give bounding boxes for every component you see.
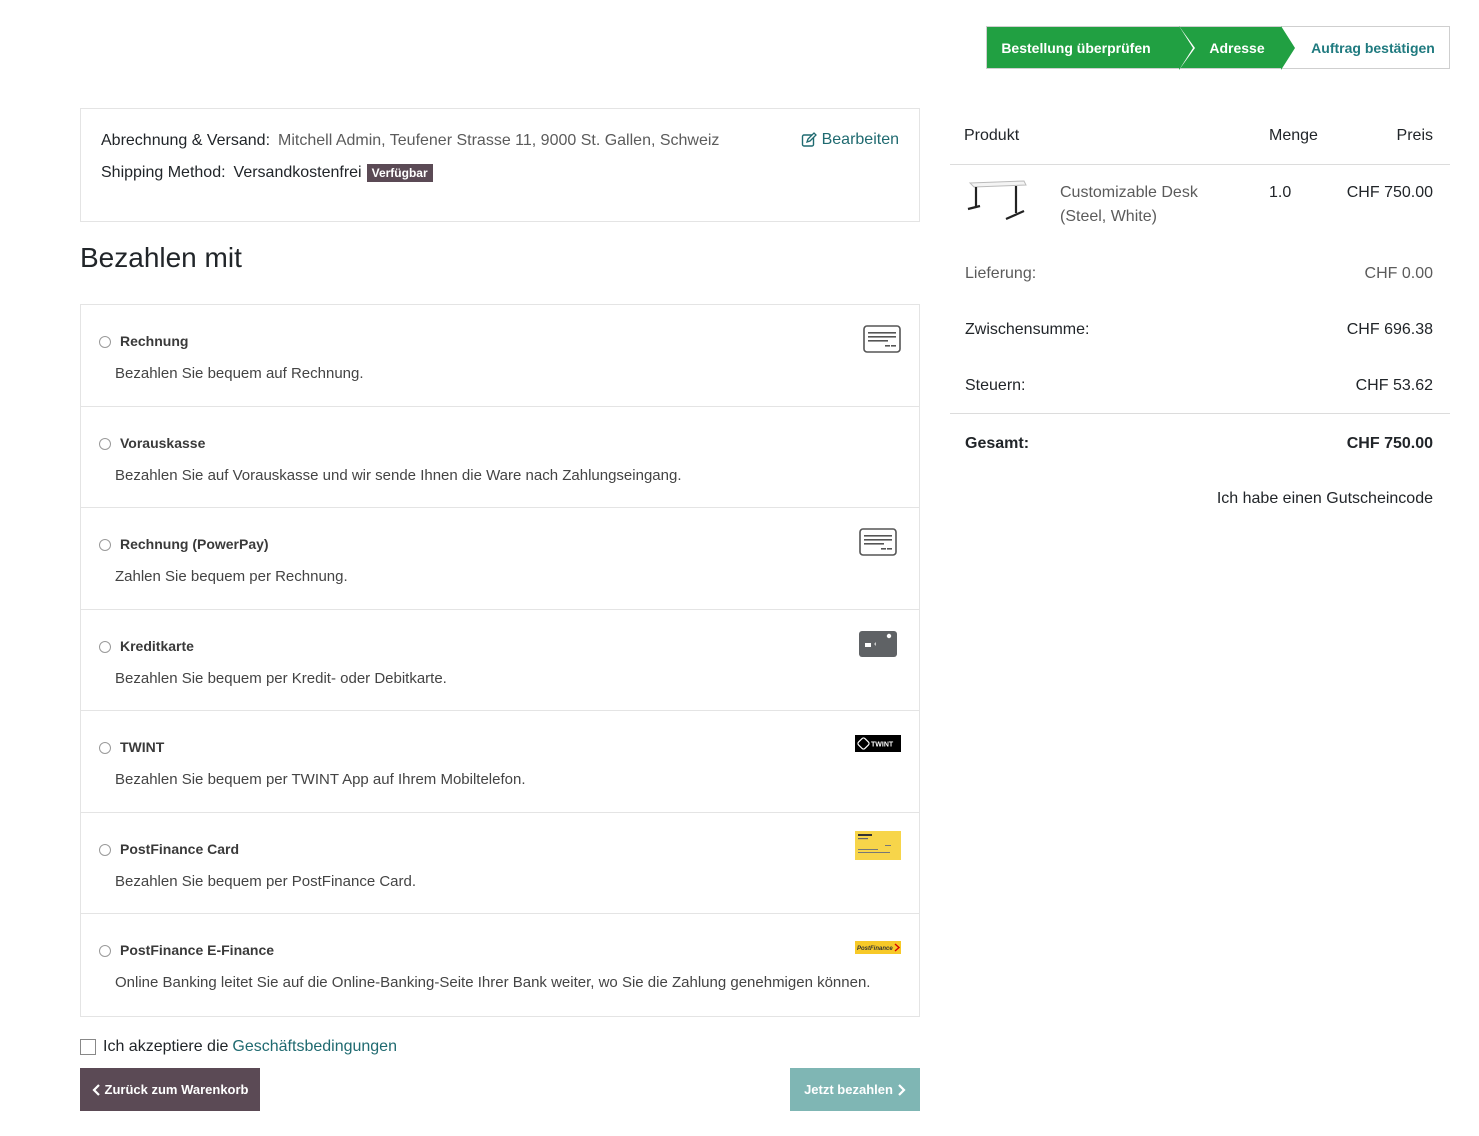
payment-radio[interactable] <box>99 945 111 957</box>
postfinance-logo: PostFinance <box>855 941 901 954</box>
terms-checkbox[interactable] <box>80 1039 96 1055</box>
payment-method-desc: Bezahlen Sie bequem per PostFinance Card… <box>115 872 417 890</box>
payment-method-postfinance-card[interactable]: PostFinance Card Bezahlen Sie bequem per… <box>81 813 919 914</box>
payment-method-kreditkarte[interactable]: Kreditkarte Bezahlen Sie bequem per Kred… <box>81 610 919 711</box>
address-summary: Abrechnung & Versand: Mitchell Admin, Te… <box>80 108 920 222</box>
payment-radio[interactable] <box>99 336 111 348</box>
chevron-right-icon <box>898 1083 906 1096</box>
payment-radio[interactable] <box>99 742 111 754</box>
terms-link[interactable]: Geschäftsbedingungen <box>232 1038 397 1056</box>
product-image <box>967 180 1027 221</box>
shipping-value: Versandkostenfrei <box>233 164 362 181</box>
payment-method-vorauskasse[interactable]: Vorauskasse Bezahlen Sie auf Vorauskasse… <box>81 407 919 508</box>
subtotal-value: CHF 696.38 <box>1346 321 1433 338</box>
taxes-row: Steuern: CHF 53.62 <box>950 357 1450 413</box>
payment-method-name: PostFinance Card <box>120 840 240 857</box>
payment-radio[interactable] <box>99 539 111 551</box>
terms-text: Ich akzeptiere die <box>103 1038 229 1055</box>
edit-address-link[interactable]: Bearbeiten <box>801 131 899 149</box>
subtotal-label: Zwischensumme: <box>965 321 1090 338</box>
payment-method-desc: Zahlen Sie bequem per Rechnung. <box>115 568 348 585</box>
payment-radio[interactable] <box>99 640 111 653</box>
payment-method-powerpay[interactable]: Rechnung (PowerPay) Zahlen Sie bequem pe… <box>81 508 919 610</box>
step-confirm-order[interactable]: Auftrag bestätigen <box>1281 27 1449 68</box>
checkout-progress: Bestellung überprüfen Adresse Auftrag be… <box>986 26 1450 70</box>
product-name: Customizable Desk (Steel, White) <box>1060 181 1198 229</box>
billing-value: Mitchell Admin, Teufener Strasse 11, 900… <box>278 132 720 149</box>
product-quantity: 1.0 <box>1269 184 1292 201</box>
taxes-value: CHF 53.62 <box>1355 377 1433 394</box>
subtotal-row: Zwischensumme: CHF 696.38 <box>950 301 1450 357</box>
payment-method-desc: Bezahlen Sie bequem per TWINT App auf Ih… <box>115 771 526 788</box>
order-summary: Produkt Menge Preis Customizable Desk (S… <box>950 108 1450 507</box>
postfinance-card-icon <box>855 830 901 860</box>
product-price: CHF 750.00 <box>1346 184 1433 201</box>
payment-method-name: Rechnung (PowerPay) <box>120 536 269 552</box>
pay-now-button[interactable]: Jetzt bezahlen <box>790 1068 920 1111</box>
payment-method-desc: Bezahlen Sie bequem auf Rechnung. <box>115 365 364 382</box>
total-label: Gesamt: <box>965 435 1030 452</box>
step-review-order[interactable]: Bestellung überprüfen <box>987 26 1195 70</box>
twint-logo: TWINT <box>855 735 901 752</box>
step-label: Adresse <box>1209 39 1265 56</box>
payment-method-name: Kreditkarte <box>120 637 194 654</box>
product-name-line2: (Steel, White) <box>1060 208 1157 225</box>
back-to-cart-label: Zurück zum Warenkorb <box>104 1082 249 1097</box>
edit-label: Bearbeiten <box>821 131 899 148</box>
invoice-icon <box>863 325 901 353</box>
payment-method-name: Vorauskasse <box>120 434 206 451</box>
invoice-icon <box>859 528 897 556</box>
pay-now-label: Jetzt bezahlen <box>804 1082 893 1097</box>
payment-method-name: Rechnung <box>120 333 189 349</box>
payment-method-rechnung[interactable]: Rechnung Bezahlen Sie bequem auf Rechnun… <box>81 305 919 407</box>
product-row: Customizable Desk (Steel, White) 1.0 CHF… <box>950 165 1450 245</box>
delivery-row: Lieferung: CHF 0.00 <box>950 245 1450 301</box>
payment-method-list: Rechnung Bezahlen Sie bequem auf Rechnun… <box>80 304 920 1017</box>
payment-radio[interactable] <box>99 843 111 856</box>
header-price: Preis <box>1396 127 1433 144</box>
voucher-link[interactable]: Ich habe einen Gutscheincode <box>1217 490 1433 508</box>
terms-acceptance: Ich akzeptiere die Geschäftsbedingungen <box>80 1038 397 1056</box>
billing-row: Abrechnung & Versand: Mitchell Admin, Te… <box>101 131 899 151</box>
payment-method-desc: Online Banking leitet Sie auf die Online… <box>115 974 871 991</box>
edit-icon <box>801 132 817 147</box>
step-label: Bestellung überprüfen <box>1001 39 1151 56</box>
payment-method-postfinance-efinance[interactable]: PostFinance E-Finance Online Banking lei… <box>81 914 919 1016</box>
header-quantity: Menge <box>1269 127 1318 144</box>
payment-method-name: PostFinance E-Finance <box>120 942 275 958</box>
payment-radio[interactable] <box>99 437 111 450</box>
postfinance-logo-text: PostFinance <box>857 946 893 952</box>
availability-badge: Verfügbar <box>366 164 433 182</box>
shipping-row: Shipping Method: Versandkostenfrei Verfü… <box>101 163 899 183</box>
total-row: Gesamt: CHF 750.00 <box>950 413 1450 469</box>
total-value: CHF 750.00 <box>1346 435 1433 452</box>
taxes-label: Steuern: <box>965 377 1026 394</box>
shipping-label: Shipping Method: <box>101 164 226 181</box>
payment-method-twint[interactable]: TWINT Bezahlen Sie bequem per TWINT App … <box>81 711 919 813</box>
delivery-label: Lieferung: <box>965 265 1037 282</box>
payment-method-desc: Bezahlen Sie auf Vorauskasse und wir sen… <box>115 466 682 484</box>
back-to-cart-button[interactable]: Zurück zum Warenkorb <box>80 1068 260 1111</box>
billing-label: Abrechnung & Versand: <box>101 132 271 149</box>
credit-card-icon <box>859 630 897 657</box>
payment-method-desc: Bezahlen Sie bequem per Kredit- oder Deb… <box>115 669 447 687</box>
summary-header: Produkt Menge Preis <box>950 108 1450 165</box>
step-label: Auftrag bestätigen <box>1311 39 1435 56</box>
chevron-left-icon <box>91 1083 100 1096</box>
payment-method-name: TWINT <box>120 739 165 755</box>
header-product: Produkt <box>964 127 1020 144</box>
product-name-line1: Customizable Desk <box>1060 184 1198 201</box>
delivery-value: CHF 0.00 <box>1364 265 1433 282</box>
payment-title: Bezahlen mit <box>80 242 242 273</box>
twint-logo-text: TWINT <box>871 742 894 749</box>
